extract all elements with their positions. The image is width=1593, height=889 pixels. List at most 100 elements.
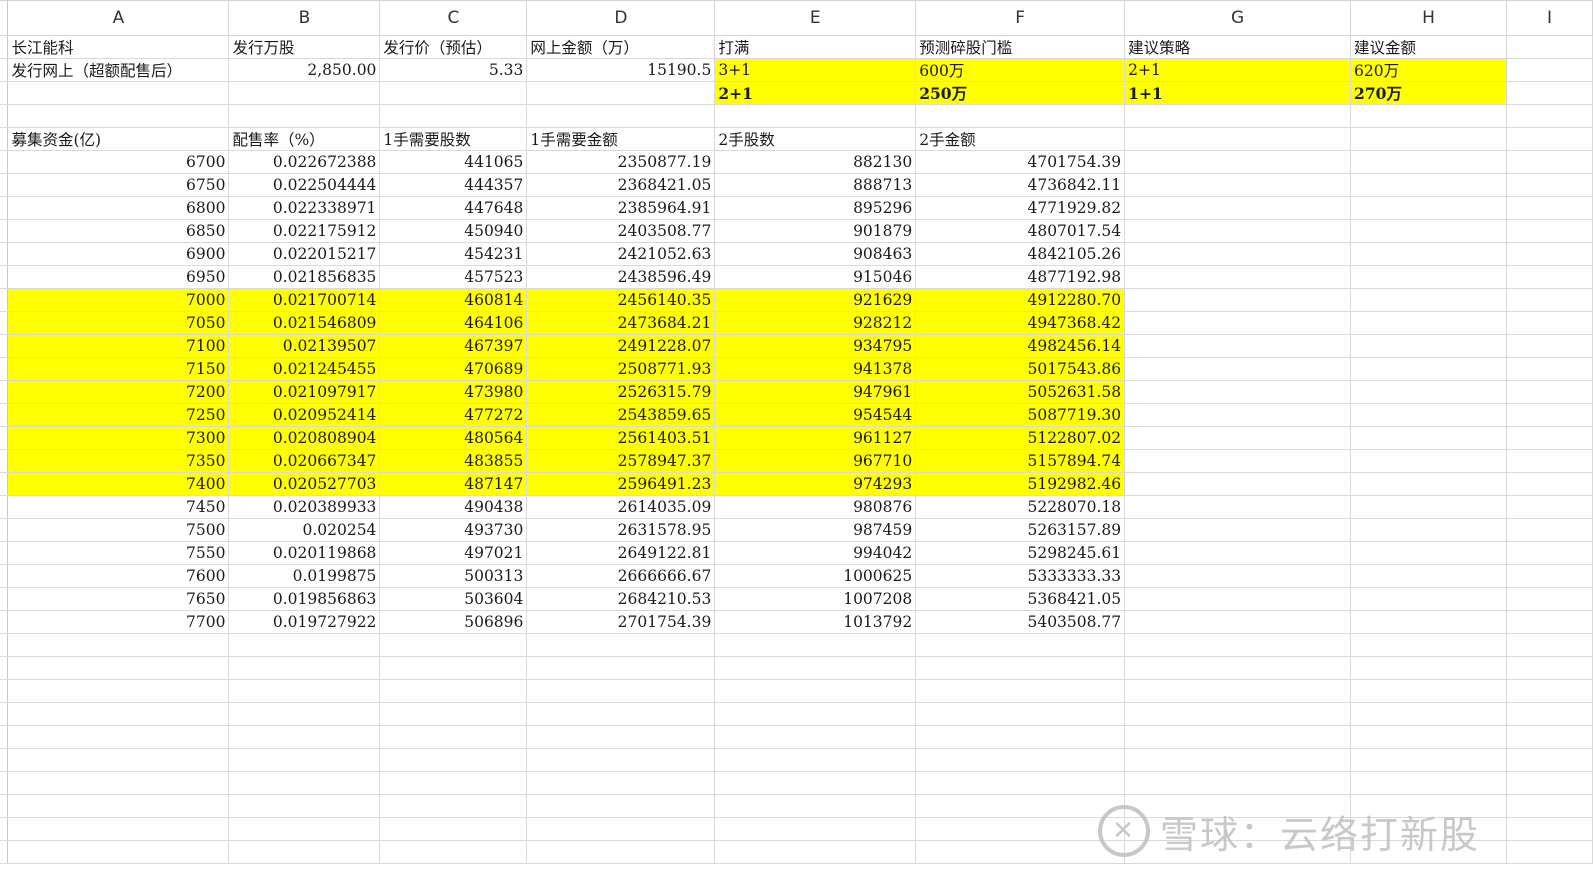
cell-g[interactable]: [1124, 242, 1352, 266]
cell-d[interactable]: [526, 840, 716, 864]
column-header-e[interactable]: E: [714, 0, 917, 36]
cell-a[interactable]: 6850: [7, 219, 230, 243]
corner-cell[interactable]: [0, 0, 9, 36]
cell-g[interactable]: [1124, 725, 1352, 749]
cell-h[interactable]: [1350, 610, 1507, 634]
cell-h[interactable]: [1350, 449, 1507, 473]
cell-c[interactable]: 467397: [379, 334, 528, 358]
cell-f[interactable]: [915, 725, 1126, 749]
cell-e[interactable]: 1007208: [714, 587, 917, 611]
cell-b[interactable]: 0.020952414: [228, 403, 381, 427]
cell-b[interactable]: [228, 748, 381, 772]
cell-a[interactable]: 6950: [7, 265, 230, 289]
row-number[interactable]: [0, 610, 9, 634]
cell-g[interactable]: [1124, 150, 1352, 174]
cell-c[interactable]: 454231: [379, 242, 528, 266]
cell-f[interactable]: 4736842.11: [915, 173, 1126, 197]
cell-h[interactable]: [1350, 472, 1507, 496]
column-header-g[interactable]: G: [1124, 0, 1352, 36]
cell-c[interactable]: 483855: [379, 449, 528, 473]
cell-b[interactable]: 0.021856835: [228, 265, 381, 289]
cell-i[interactable]: [1505, 633, 1593, 657]
cell-h[interactable]: [1350, 380, 1507, 404]
cell-h[interactable]: [1350, 426, 1507, 450]
cell-g[interactable]: [1124, 173, 1352, 197]
cell-i[interactable]: [1505, 242, 1593, 266]
cell-b[interactable]: 0.02139507: [228, 334, 381, 358]
cell-d[interactable]: 2649122.81: [526, 541, 716, 565]
cell-c[interactable]: 470689: [379, 357, 528, 381]
cell-g[interactable]: [1124, 633, 1352, 657]
column-header-f[interactable]: F: [915, 0, 1126, 36]
cell-i[interactable]: [1505, 173, 1593, 197]
cell-a[interactable]: [7, 656, 230, 680]
cell-b[interactable]: [228, 104, 381, 128]
cell-i[interactable]: [1505, 288, 1593, 312]
cell-a[interactable]: 7350: [7, 449, 230, 473]
row-number[interactable]: [0, 495, 9, 519]
row-number[interactable]: [0, 702, 9, 726]
cell-c[interactable]: 5.33: [379, 58, 528, 82]
cell-d[interactable]: 2701754.39: [526, 610, 716, 634]
cell-e[interactable]: [714, 840, 917, 864]
cell-g[interactable]: [1124, 403, 1352, 427]
cell-g[interactable]: [1124, 472, 1352, 496]
cell-b[interactable]: 0.022672388: [228, 150, 381, 174]
cell-d[interactable]: 2543859.65: [526, 403, 716, 427]
cell-b[interactable]: 0.022504444: [228, 173, 381, 197]
cell-b[interactable]: 0.022015217: [228, 242, 381, 266]
cell-e[interactable]: 895296: [714, 196, 917, 220]
row-number[interactable]: [0, 150, 9, 174]
cell-d[interactable]: [526, 633, 716, 657]
cell-b[interactable]: 0.021245455: [228, 357, 381, 381]
cell-g[interactable]: [1124, 702, 1352, 726]
column-header-c[interactable]: C: [379, 0, 528, 36]
cell-c[interactable]: 441065: [379, 150, 528, 174]
cell-e[interactable]: [714, 679, 917, 703]
cell-e[interactable]: 941378: [714, 357, 917, 381]
cell-d[interactable]: 2438596.49: [526, 265, 716, 289]
cell-d[interactable]: [526, 794, 716, 818]
cell-h[interactable]: [1350, 403, 1507, 427]
cell-h[interactable]: [1350, 334, 1507, 358]
row-number[interactable]: [0, 219, 9, 243]
cell-c[interactable]: 464106: [379, 311, 528, 335]
cell-d[interactable]: [526, 679, 716, 703]
cell-c[interactable]: 发行价（预估）: [379, 35, 528, 59]
cell-b[interactable]: [228, 702, 381, 726]
row-number[interactable]: [0, 748, 9, 772]
cell-e[interactable]: [714, 794, 917, 818]
cell-g[interactable]: [1124, 449, 1352, 473]
row-number[interactable]: [0, 472, 9, 496]
row-number[interactable]: [0, 771, 9, 795]
row-number[interactable]: [0, 196, 9, 220]
column-header-d[interactable]: D: [526, 0, 716, 36]
cell-e[interactable]: 980876: [714, 495, 917, 519]
cell-c[interactable]: 500313: [379, 564, 528, 588]
cell-e[interactable]: 打满: [714, 35, 917, 59]
cell-a[interactable]: 7200: [7, 380, 230, 404]
cell-i[interactable]: [1505, 311, 1593, 335]
cell-i[interactable]: [1505, 104, 1593, 128]
cell-a[interactable]: 募集资金(亿): [7, 127, 230, 151]
cell-c[interactable]: 457523: [379, 265, 528, 289]
cell-b[interactable]: 0.020119868: [228, 541, 381, 565]
cell-i[interactable]: [1505, 426, 1593, 450]
cell-a[interactable]: [7, 679, 230, 703]
cell-f[interactable]: [915, 794, 1126, 818]
cell-a[interactable]: 长江能科: [7, 35, 230, 59]
cell-a[interactable]: [7, 840, 230, 864]
cell-b[interactable]: 0.022338971: [228, 196, 381, 220]
cell-a[interactable]: [7, 794, 230, 818]
cell-b[interactable]: 0.020667347: [228, 449, 381, 473]
row-number[interactable]: [0, 242, 9, 266]
cell-g[interactable]: [1124, 357, 1352, 381]
cell-g[interactable]: [1124, 518, 1352, 542]
cell-d[interactable]: 2684210.53: [526, 587, 716, 611]
cell-d[interactable]: 2385964.91: [526, 196, 716, 220]
cell-f[interactable]: [915, 104, 1126, 128]
cell-f[interactable]: 5403508.77: [915, 610, 1126, 634]
column-header-i[interactable]: I: [1505, 0, 1593, 36]
column-header-a[interactable]: A: [7, 0, 230, 36]
cell-h[interactable]: [1350, 150, 1507, 174]
